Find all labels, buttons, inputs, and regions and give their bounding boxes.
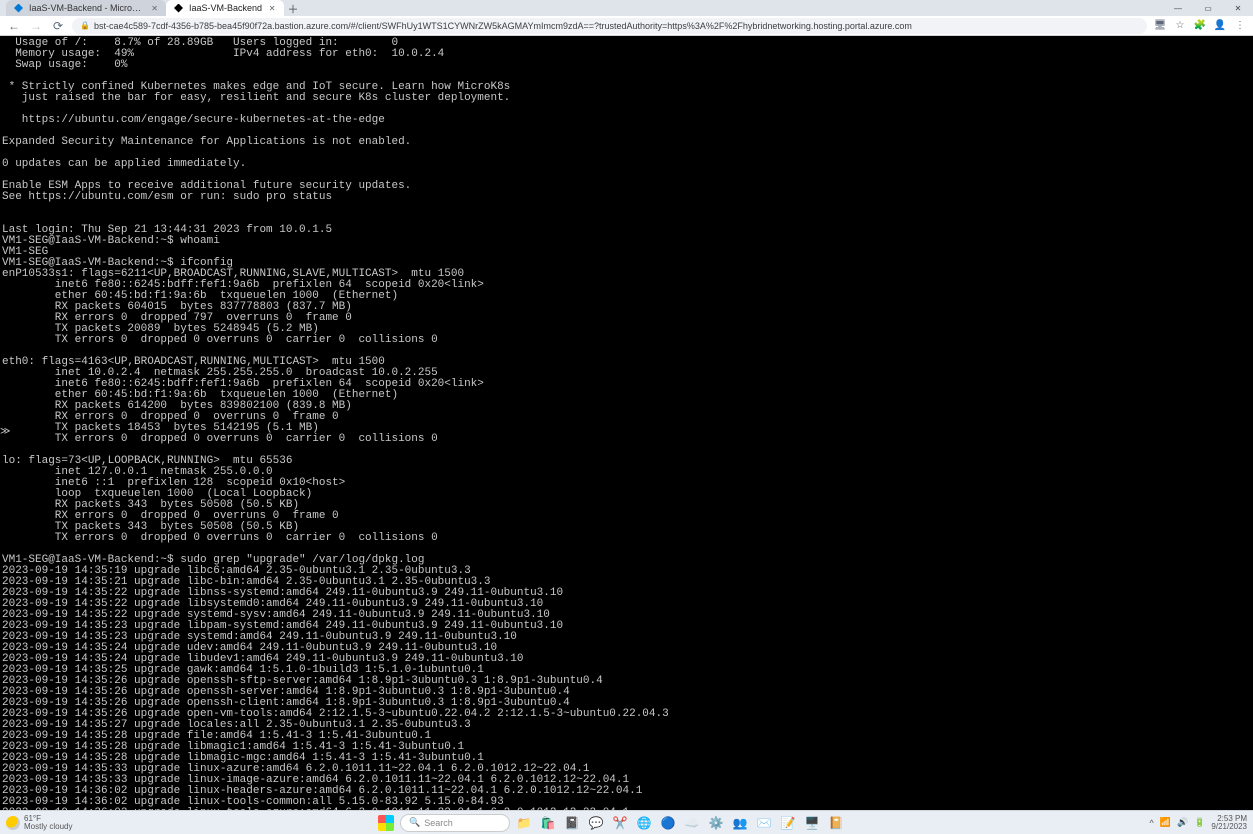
tray-battery-icon[interactable]: 🔋	[1194, 817, 1205, 828]
tab-strip: IaaS-VM-Backend - Microsoft A… ✕ IaaS-VM…	[0, 0, 1253, 16]
weather-desc: Mostly cloudy	[24, 823, 72, 831]
back-button[interactable]: ←	[6, 18, 22, 34]
desktop-icon[interactable]: 🖥	[1153, 19, 1167, 33]
clock-date: 9/21/2023	[1211, 823, 1247, 831]
close-tab-icon[interactable]: ✕	[268, 4, 276, 12]
extension-icon[interactable]: 🧩	[1193, 19, 1207, 33]
taskbar-app-vs[interactable]: ⚙️	[706, 814, 726, 832]
window-close-button[interactable]: ✕	[1223, 0, 1253, 16]
tab-label: IaaS-VM-Backend - Microsoft A…	[29, 3, 145, 13]
tray-wifi-icon[interactable]: 📶	[1160, 817, 1171, 828]
close-tab-icon[interactable]: ✕	[151, 4, 158, 12]
reload-button[interactable]: ⟳	[50, 18, 66, 34]
browser-chrome: IaaS-VM-Backend - Microsoft A… ✕ IaaS-VM…	[0, 0, 1253, 36]
taskbar-center: 🔍 Search 📁🛍️📓💬✂️🌐🔵☁️⚙️👥✉️📝🖥️📔	[78, 814, 1143, 832]
taskbar-app-teams[interactable]: 👥	[730, 814, 750, 832]
profile-icon[interactable]: 👤	[1213, 19, 1227, 33]
taskbar-app-chrome[interactable]: 🔵	[658, 814, 678, 832]
lock-icon: 🔒	[80, 21, 90, 30]
url-text: bst-cae4c589-7cdf-4356-b785-bea45f90f72a…	[94, 21, 912, 31]
window-buttons: — ▭ ✕	[1163, 0, 1253, 16]
new-tab-button[interactable]: ＋	[284, 1, 302, 16]
taskbar-app-edge[interactable]: 🌐	[634, 814, 654, 832]
forward-button[interactable]: →	[28, 18, 44, 34]
address-row: ← → ⟳ 🔒 bst-cae4c589-7cdf-4356-b785-bea4…	[0, 16, 1253, 36]
start-button[interactable]	[376, 814, 396, 832]
taskbar-app-onenote2[interactable]: 📔	[826, 814, 846, 832]
taskbar-app-copilot[interactable]: 💬	[586, 814, 606, 832]
taskbar-app-word[interactable]: 📝	[778, 814, 798, 832]
taskbar-app-store[interactable]: 🛍️	[538, 814, 558, 832]
expand-sidebar-toggle[interactable]: ≫	[0, 426, 10, 437]
tray-volume-icon[interactable]: 🔊	[1177, 817, 1188, 828]
menu-icon[interactable]: ⋮	[1233, 19, 1247, 33]
tab-label: IaaS-VM-Backend	[189, 3, 262, 13]
taskbar-clock[interactable]: 2:53 PM 9/21/2023	[1211, 815, 1247, 831]
right-icons: 🖥 ☆ 🧩 👤 ⋮	[1153, 19, 1247, 33]
terminal-icon	[174, 4, 183, 13]
taskbar-weather[interactable]: 61°F Mostly cloudy	[0, 815, 78, 831]
terminal-output[interactable]: Usage of /: 8.7% of 28.89GB Users logged…	[0, 36, 1253, 810]
azure-icon	[14, 4, 23, 13]
bookmark-icon[interactable]: ☆	[1173, 19, 1187, 33]
search-placeholder: Search	[424, 818, 453, 828]
window-minimize-button[interactable]: —	[1163, 0, 1193, 16]
taskbar-app-windows-app[interactable]: 🖥️	[802, 814, 822, 832]
taskbar-app-snipping[interactable]: ✂️	[610, 814, 630, 832]
taskbar: 61°F Mostly cloudy 🔍 Search 📁🛍️📓💬✂️🌐🔵☁️⚙…	[0, 810, 1253, 834]
taskbar-app-onenote[interactable]: 📓	[562, 814, 582, 832]
tray-chevron-icon[interactable]: ^	[1150, 818, 1154, 828]
taskbar-app-outlook[interactable]: ✉️	[754, 814, 774, 832]
address-bar[interactable]: 🔒 bst-cae4c589-7cdf-4356-b785-bea45f90f7…	[72, 18, 1147, 34]
tab-bastion-terminal[interactable]: IaaS-VM-Backend ✕	[166, 0, 284, 16]
weather-icon	[6, 816, 20, 830]
taskbar-search[interactable]: 🔍 Search	[400, 814, 510, 832]
window-maximize-button[interactable]: ▭	[1193, 0, 1223, 16]
taskbar-app-azure[interactable]: ☁️	[682, 814, 702, 832]
search-icon: 🔍	[409, 817, 420, 828]
tab-azure-portal[interactable]: IaaS-VM-Backend - Microsoft A… ✕	[6, 0, 166, 16]
taskbar-app-explorer[interactable]: 📁	[514, 814, 534, 832]
weather-text: 61°F Mostly cloudy	[24, 815, 72, 831]
system-tray: ^ 📶 🔊 🔋 2:53 PM 9/21/2023	[1144, 815, 1253, 831]
